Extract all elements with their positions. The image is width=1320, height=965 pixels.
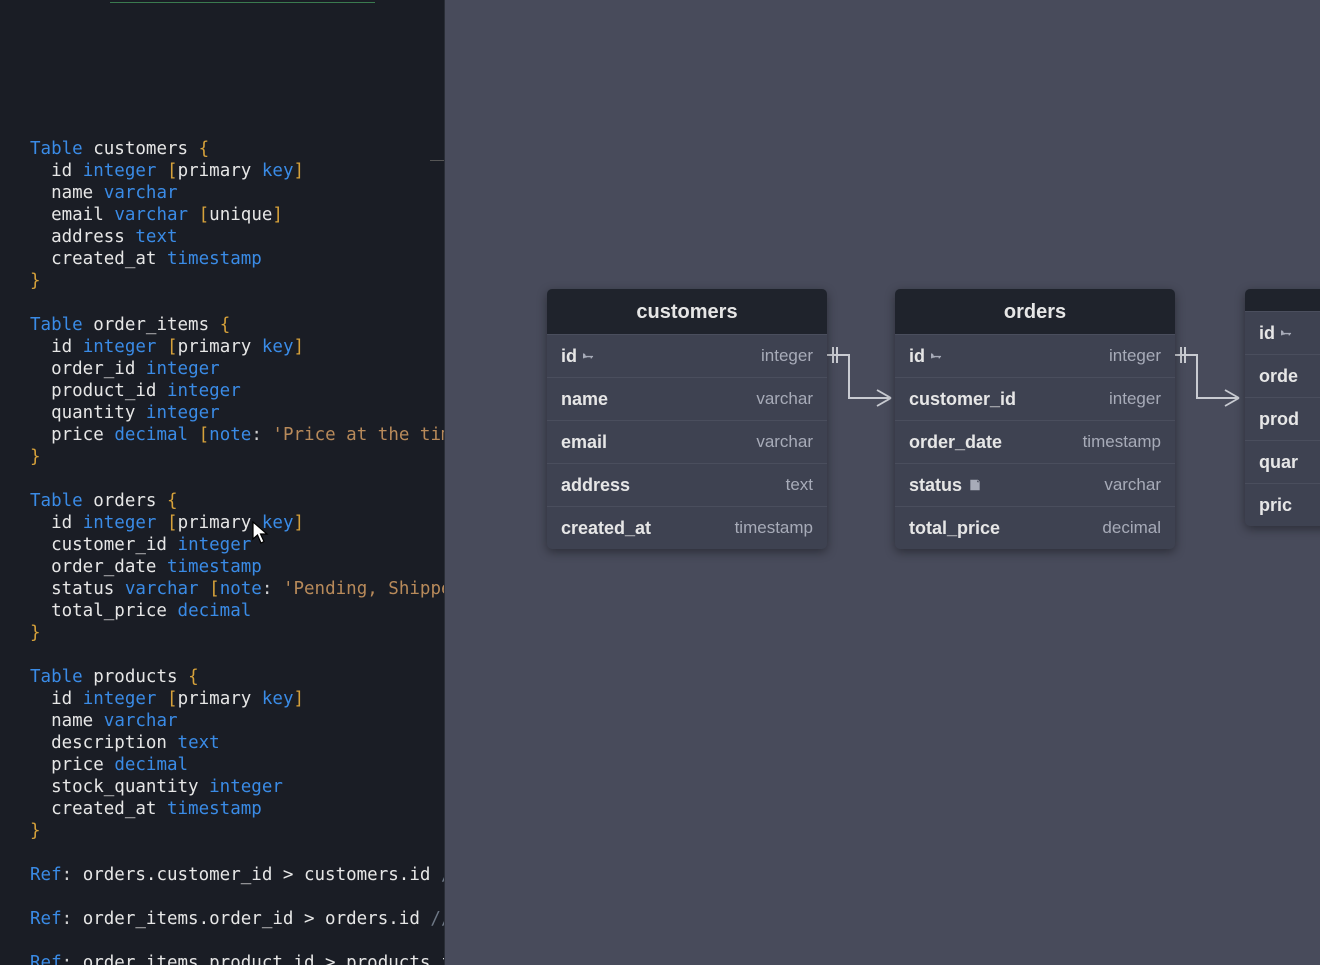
table-card-orders[interactable]: orders id integer customer_id integer or… [895,289,1175,549]
column-type: varchar [1104,475,1161,495]
table-column-row[interactable]: address text [547,463,827,506]
column-name: email [561,432,607,453]
column-type: integer [1109,389,1161,409]
table-column-row[interactable]: pric [1245,483,1320,526]
table-column-row[interactable]: email varchar [547,420,827,463]
column-name: prod [1259,409,1299,430]
column-name: id [1259,323,1295,344]
code-editor[interactable]: Table customers { id integer [primary ke… [0,0,445,965]
column-name: customer_id [909,389,1016,410]
relation-orders-next [1175,350,1255,410]
table-card-table2[interactable]: id orde prod quar pric [1245,289,1320,526]
table-card-customers[interactable]: customers id integer name varchar email … [547,289,827,549]
table-column-row[interactable]: total_price decimal [895,506,1175,549]
table-column-row[interactable]: id [1245,311,1320,354]
code-content[interactable]: Table customers { id integer [primary ke… [30,138,444,965]
note-icon [968,478,982,492]
editor-caret-marker [430,160,445,161]
column-name: orde [1259,366,1298,387]
table-header [1245,289,1320,311]
column-name: name [561,389,608,410]
table-column-row[interactable]: orde [1245,354,1320,397]
column-name: id [909,346,945,367]
column-type: text [786,475,813,495]
column-name: status [909,475,982,496]
table-column-row[interactable]: id integer [547,334,827,377]
column-type: timestamp [735,518,813,538]
column-type: decimal [1102,518,1161,538]
column-name: order_date [909,432,1002,453]
column-type: integer [761,346,813,366]
primary-key-icon [931,349,945,363]
table-header: orders [895,289,1175,334]
tab-underline [110,2,375,3]
column-type: timestamp [1083,432,1161,452]
column-name: address [561,475,630,496]
table-column-row[interactable]: status varchar [895,463,1175,506]
table-header: customers [547,289,827,334]
table-column-row[interactable]: order_date timestamp [895,420,1175,463]
table-column-row[interactable]: customer_id integer [895,377,1175,420]
diagram-canvas[interactable]: customers id integer name varchar email … [445,0,1320,965]
primary-key-icon [583,349,597,363]
column-name: total_price [909,518,1000,539]
column-type: varchar [756,432,813,452]
primary-key-icon [1281,326,1295,340]
column-type: varchar [756,389,813,409]
table-column-row[interactable]: created_at timestamp [547,506,827,549]
column-name: id [561,346,597,367]
table-column-row[interactable]: quar [1245,440,1320,483]
table-column-row[interactable]: id integer [895,334,1175,377]
column-name: created_at [561,518,651,539]
column-type: integer [1109,346,1161,366]
table-column-row[interactable]: prod [1245,397,1320,440]
column-name: pric [1259,495,1292,516]
table-column-row[interactable]: name varchar [547,377,827,420]
column-name: quar [1259,452,1298,473]
